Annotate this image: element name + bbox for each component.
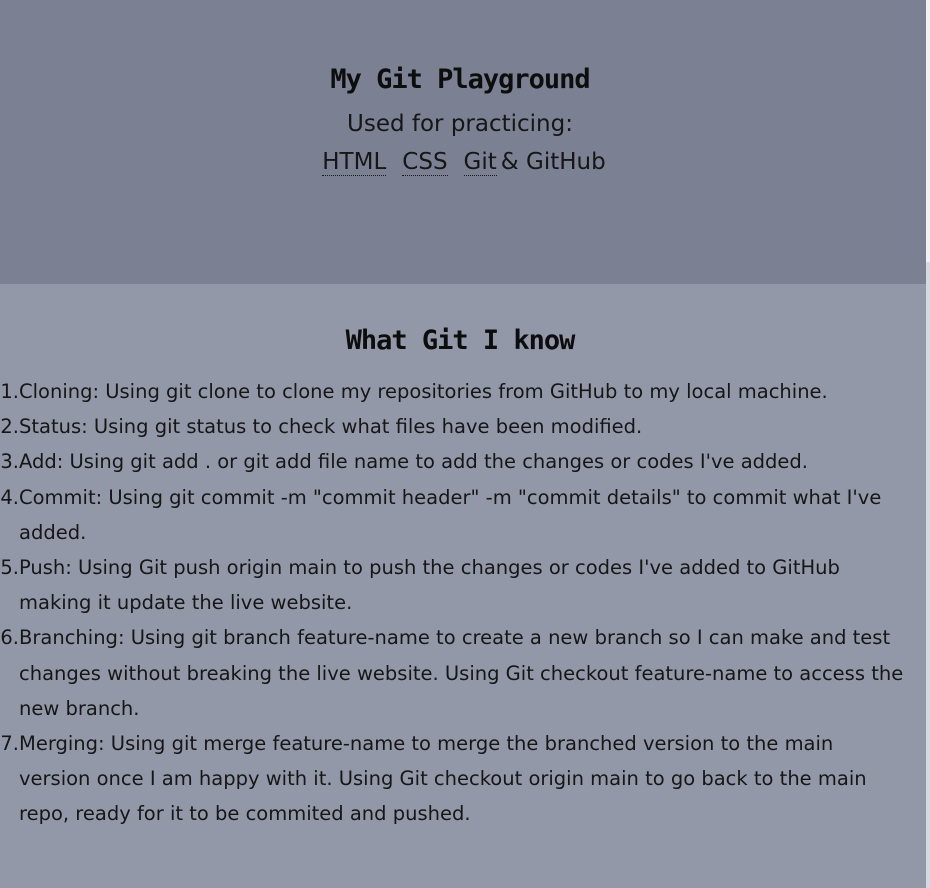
list-item: 3. Add: Using git add . or git add file n… (0, 444, 905, 479)
tech-links: HTML CSS Git & GitHub (0, 149, 920, 176)
list-item-text: Push: Using Git push origin main to push… (19, 556, 840, 615)
list-item: 7. Merging: Using git merge feature-name … (0, 726, 905, 832)
list-item-text: Commit: Using git commit -m "commit head… (19, 485, 882, 544)
github-text: & GitHub (500, 149, 606, 175)
list-item-text: Status: Using git status to check what f… (19, 415, 643, 439)
hero-subtitle: Used for practicing: (347, 111, 573, 137)
list-item-number: 1. (0, 380, 19, 403)
list-item: 5. Push: Using Git push origin main to pu… (0, 550, 905, 620)
list-item-number: 5. (0, 556, 19, 580)
list-item-text: Cloning: Using git clone to clone my rep… (19, 380, 828, 403)
list-item: 2. Status: Using git status to check what… (0, 409, 905, 444)
list-item: 1. Cloning: Using git clone to clone my r… (0, 374, 905, 409)
list-item: 6. Branching: Using git branch feature-na… (0, 620, 905, 726)
scrollbar-track[interactable] (926, 0, 930, 888)
page-title: My Git Playground (330, 64, 590, 95)
list-item-number: 2. (0, 415, 19, 439)
hero-header: My Git Playground Used for practicing: H… (0, 0, 926, 284)
list-item-text: Add: Using git add . or git add file nam… (19, 450, 808, 474)
git-commands-list: 1. Cloning: Using git clone to clone my r… (0, 374, 905, 832)
section-title: What Git I know (345, 325, 576, 356)
list-item-number: 3. (0, 450, 19, 474)
css-link[interactable]: CSS (402, 149, 448, 176)
list-item-text: Merging: Using git merge feature-name to… (19, 732, 867, 826)
list-item: 4. Commit: Using git commit -m "commit he… (0, 480, 905, 550)
list-item-number: 4. (0, 485, 19, 509)
html-link[interactable]: HTML (322, 149, 387, 176)
list-item-number: 7. (0, 732, 19, 756)
git-link[interactable]: Git (463, 149, 497, 176)
scrollbar-thumb[interactable] (926, 0, 930, 262)
list-item-text: Branching: Using git branch feature-name… (19, 626, 904, 720)
list-item-number: 6. (0, 626, 19, 650)
page: My Git Playground Used for practicing: H… (0, 0, 926, 888)
git-knowledge-section: What Git I know 1. Cloning: Using git clo… (0, 284, 926, 888)
